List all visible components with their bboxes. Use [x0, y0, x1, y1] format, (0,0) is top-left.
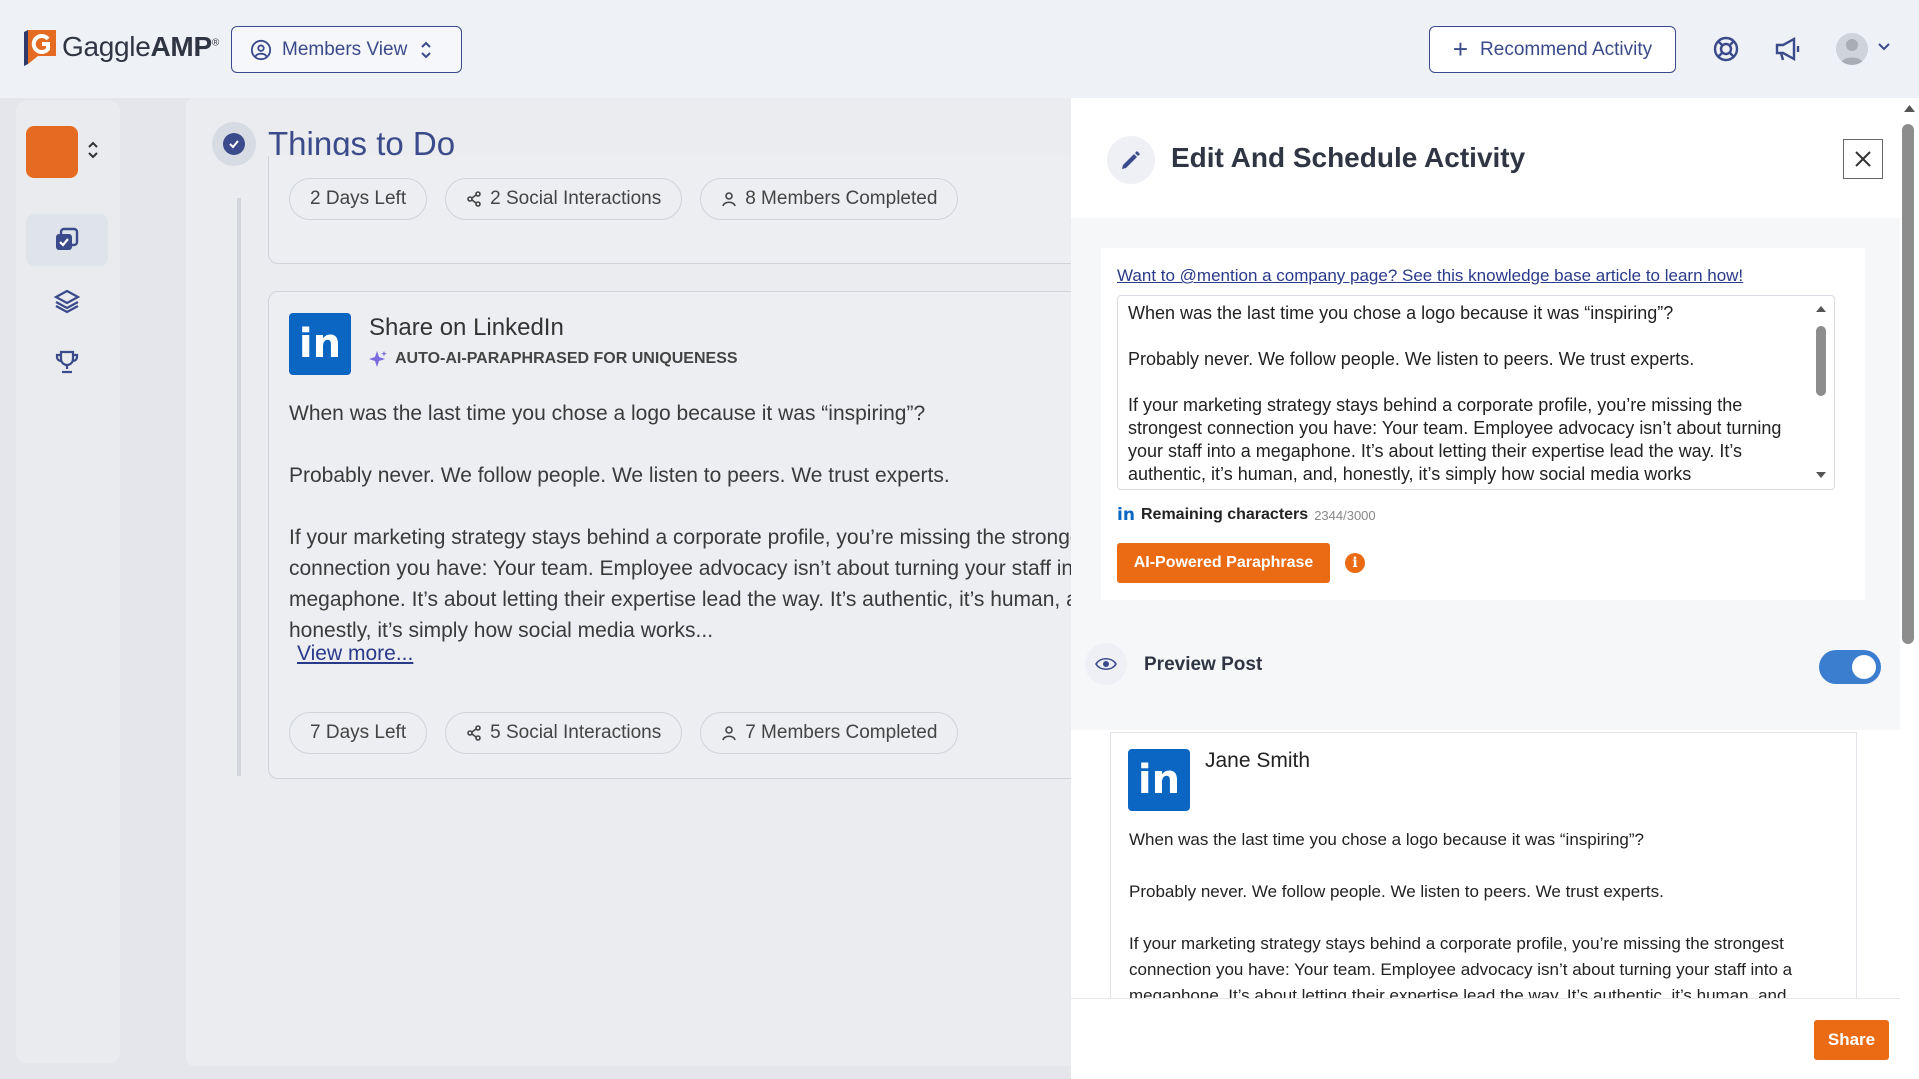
edit-schedule-panel: Edit And Schedule Activity Want to @ment… — [1071, 98, 1904, 1079]
post-body: When was the last time you chose a logo … — [289, 402, 1109, 642]
checklist-icon — [56, 227, 79, 250]
remaining-count: 2344/3000 — [1314, 507, 1376, 523]
panel-footer: Share — [1071, 998, 1904, 1079]
preview-post-row: Preview Post — [1071, 630, 1904, 700]
panel-scroll-thumb[interactable] — [1902, 124, 1914, 644]
panel-header: Edit And Schedule Activity — [1071, 98, 1904, 218]
days-left-pill: 2 Days Left — [289, 178, 428, 220]
user-icon — [722, 726, 736, 741]
remaining-characters: in Remaining characters 2344/3000 — [1117, 505, 1376, 525]
editor-card: Want to @mention a company page? See thi… — [1101, 248, 1865, 600]
card-stats: 7 Days Left 5 Social Interactions 7 Memb… — [289, 712, 959, 754]
view-more-link[interactable]: View more... — [297, 642, 413, 666]
left-rail — [16, 101, 120, 1063]
members-completed-pill: 7 Members Completed — [700, 712, 959, 754]
recommend-activity-label: Recommend Activity — [1480, 38, 1653, 60]
organization-switcher-chip[interactable] — [26, 126, 78, 178]
card-stats: 2 Days Left 2 Social Interactions 8 Memb… — [289, 178, 959, 220]
user-avatar[interactable] — [1836, 33, 1868, 65]
avatar-silhouette-icon — [1840, 39, 1864, 65]
close-button[interactable] — [1843, 139, 1883, 179]
eye-icon — [1085, 643, 1127, 685]
linkedin-logo-icon: in — [1128, 749, 1190, 811]
share-button[interactable]: Share — [1814, 1020, 1889, 1060]
recommend-activity-button[interactable]: + Recommend Activity — [1429, 26, 1676, 73]
pencil-icon — [1107, 136, 1155, 184]
megaphone-icon[interactable] — [1773, 34, 1803, 64]
members-view-selector[interactable]: Members View — [231, 26, 462, 73]
social-interactions-pill: 2 Social Interactions — [445, 178, 683, 220]
social-interactions-pill: 5 Social Interactions — [445, 712, 683, 754]
user-icon — [722, 192, 736, 207]
rail-item-leaderboard[interactable] — [26, 336, 108, 388]
preview-post-label: Preview Post — [1144, 654, 1263, 675]
updown-chevron-icon — [421, 41, 432, 58]
linkedin-activity-card[interactable]: in Share on LinkedIn AUTO-AI-PARAPHRASED… — [268, 291, 1118, 779]
gaggleamp-logo[interactable]: GaggleAMP® — [24, 28, 219, 66]
chevron-down-icon[interactable] — [1876, 38, 1892, 54]
post-text-editor[interactable]: When was the last time you chose a logo … — [1117, 295, 1835, 490]
share-nodes-icon — [467, 725, 481, 741]
rail-item-layers[interactable] — [26, 275, 108, 327]
share-nodes-icon — [467, 191, 481, 207]
timeline-line — [237, 198, 241, 776]
editor-scroll-thumb[interactable] — [1816, 326, 1826, 396]
ai-paraphrased-tag: AUTO-AI-PARAPHRASED FOR UNIQUENESS — [369, 350, 738, 368]
main-content: Things to Do 2 Days Left 2 Social Intera… — [186, 98, 1118, 1066]
preview-toggle[interactable] — [1819, 650, 1881, 684]
trophy-icon — [55, 350, 79, 374]
user-circle-icon — [250, 39, 272, 60]
days-left-pill: 7 Days Left — [289, 712, 428, 754]
linkedin-small-icon: in — [1117, 505, 1135, 525]
ai-paraphrase-button[interactable]: AI-Powered Paraphrase — [1117, 543, 1330, 583]
layers-icon — [53, 289, 81, 314]
linkedin-logo-icon: in — [289, 313, 351, 375]
logo-mark-icon — [24, 30, 56, 66]
info-icon[interactable]: i — [1345, 553, 1365, 573]
panel-title: Edit And Schedule Activity — [1171, 142, 1526, 173]
title-check-icon — [212, 122, 256, 166]
org-updown-chevron-icon[interactable] — [86, 139, 100, 161]
scroll-up-arrow-icon[interactable] — [1900, 98, 1919, 118]
preview-author-name: Jane Smith — [1205, 749, 1311, 772]
top-bar: GaggleAMP® Members View + Recommend Acti… — [0, 0, 1919, 98]
card-title: Share on LinkedIn — [369, 314, 564, 341]
members-view-label: Members View — [282, 38, 408, 60]
activity-card[interactable]: 2 Days Left 2 Social Interactions 8 Memb… — [268, 156, 1118, 264]
rail-item-things-to-do[interactable] — [26, 214, 108, 266]
close-icon — [1855, 151, 1871, 167]
knowledge-base-link[interactable]: Want to @mention a company page? See thi… — [1117, 266, 1743, 286]
plus-icon: + — [1452, 34, 1469, 64]
help-lifebuoy-icon[interactable] — [1711, 34, 1741, 64]
members-completed-pill: 8 Members Completed — [700, 178, 959, 220]
sparkle-icon — [369, 351, 387, 367]
logo-text: GaggleAMP® — [62, 31, 219, 62]
